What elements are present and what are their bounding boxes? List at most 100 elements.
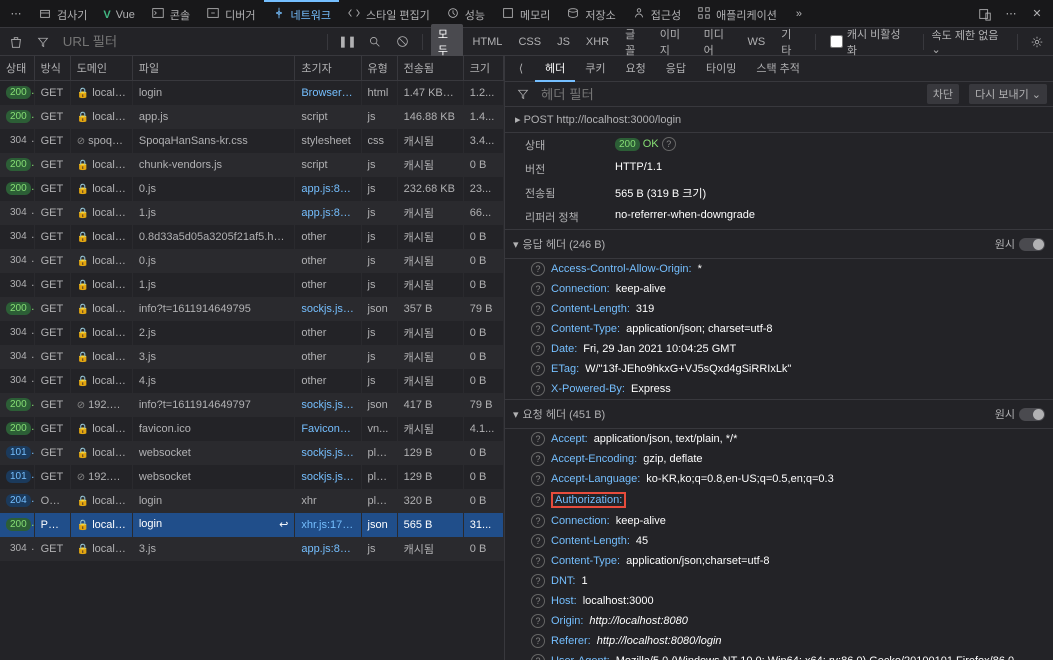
filter-pill-글꼴[interactable]: 글꼴 bbox=[618, 24, 651, 60]
search-icon[interactable] bbox=[363, 30, 386, 54]
filter-pill-이미지[interactable]: 이미지 bbox=[653, 24, 695, 60]
table-row[interactable]: 304GET🔒 localh...3.jsapp.js:85...js캐시됨0 … bbox=[0, 537, 504, 561]
filter-pill-WS[interactable]: WS bbox=[741, 34, 773, 50]
details-tab-5[interactable]: 스택 추적 bbox=[746, 56, 810, 82]
help-icon[interactable]: ? bbox=[531, 262, 545, 276]
help-icon[interactable]: ? bbox=[531, 302, 545, 316]
help-icon[interactable]: ? bbox=[531, 554, 545, 568]
help-icon[interactable]: ? bbox=[531, 574, 545, 588]
help-icon[interactable]: ? bbox=[531, 534, 545, 548]
more-icon[interactable]: ⋯ bbox=[999, 2, 1023, 26]
help-icon[interactable]: ? bbox=[531, 654, 545, 660]
filter-pill-XHR[interactable]: XHR bbox=[579, 34, 616, 50]
table-row[interactable]: 200GET🔒 localh...info?t=1611914649795soc… bbox=[0, 297, 504, 321]
help-icon[interactable]: ? bbox=[531, 282, 545, 296]
column-header[interactable]: 크기 bbox=[463, 56, 503, 81]
tool-tab-3[interactable]: 디버거 bbox=[198, 0, 263, 28]
tool-tab-2[interactable]: 콘솔 bbox=[143, 0, 198, 28]
lock-icon: 🔒 bbox=[77, 520, 89, 531]
lock-icon: 🔒 bbox=[77, 424, 89, 435]
gear-icon[interactable] bbox=[1026, 30, 1049, 54]
filter-pill-JS[interactable]: JS bbox=[550, 34, 577, 50]
cache-disable-checkbox[interactable]: 캐시 비활성화 bbox=[824, 26, 915, 58]
table-row[interactable]: 200PO...🔒 localh...login ↩xhr.js:177...j… bbox=[0, 513, 504, 537]
table-row[interactable]: 304GET🔒 localh...1.jsapp.js:85...js캐시됨66… bbox=[0, 201, 504, 225]
help-icon[interactable]: ? bbox=[531, 493, 545, 507]
help-icon[interactable]: ? bbox=[531, 452, 545, 466]
details-tab-2[interactable]: 요청 bbox=[616, 56, 656, 82]
table-row[interactable]: 304GET🔒 localh...4.jsotherjs캐시됨0 B bbox=[0, 369, 504, 393]
table-row[interactable]: 304GET🔒 localh...0.jsotherjs캐시됨0 B bbox=[0, 249, 504, 273]
tool-tab-4[interactable]: 네트워크 bbox=[264, 0, 339, 28]
lock-icon: 🔒 bbox=[77, 496, 89, 507]
response-headers-section[interactable]: ▾ 응답 헤더 (246 B) 원시 bbox=[505, 229, 1053, 259]
help-icon[interactable]: ? bbox=[531, 342, 545, 356]
column-header[interactable]: 파일 bbox=[132, 56, 294, 81]
filter-icon[interactable] bbox=[511, 82, 535, 106]
help-icon[interactable]: ? bbox=[531, 472, 545, 486]
resend-button[interactable]: 다시 보내기 ⌄ bbox=[969, 84, 1047, 104]
filter-pill-기타[interactable]: 기타 bbox=[774, 24, 807, 60]
table-row[interactable]: 304GET🔒 localh...3.jsotherjs캐시됨0 B bbox=[0, 345, 504, 369]
help-icon[interactable]: ? bbox=[531, 322, 545, 336]
filter-pill-모두[interactable]: 모두 bbox=[431, 24, 464, 60]
details-tab-0[interactable]: 헤더 bbox=[535, 56, 575, 82]
column-header[interactable]: 도메인 bbox=[70, 56, 132, 81]
tool-tab-1[interactable]: VVue bbox=[95, 0, 143, 28]
help-icon[interactable]: ? bbox=[531, 432, 545, 446]
trash-icon[interactable] bbox=[4, 30, 27, 54]
summary-row: 전송됨565 B (319 B 크기) bbox=[505, 181, 1053, 205]
block-button[interactable]: 차단 bbox=[927, 84, 959, 104]
help-icon[interactable]: ? bbox=[531, 514, 545, 528]
column-header[interactable]: 초기자 bbox=[295, 56, 361, 81]
column-header[interactable]: 유형 bbox=[361, 56, 397, 81]
details-panel: ⟨ 헤더쿠키요청응답타이밍스택 추적 차단 다시 보내기 ⌄ ▸ POST ht… bbox=[505, 56, 1053, 660]
help-icon[interactable]: ? bbox=[662, 137, 676, 151]
close-icon[interactable]: ✕ bbox=[1025, 2, 1049, 26]
table-row[interactable]: 200GET⊘ 192.16...info?t=1611914649797soc… bbox=[0, 393, 504, 417]
responsive-icon[interactable] bbox=[973, 2, 997, 26]
overflow-right-icon[interactable]: » bbox=[787, 2, 811, 26]
table-row[interactable]: 200GET🔒 localh...chunk-vendors.jsscriptj… bbox=[0, 153, 504, 177]
table-row[interactable]: 101GET⊘ 192.16...websocketsockjs.js:1...… bbox=[0, 465, 504, 489]
raw-toggle[interactable] bbox=[1019, 238, 1045, 251]
table-row[interactable]: 200GET🔒 localh...0.jsapp.js:85...js232.6… bbox=[0, 177, 504, 201]
help-icon[interactable]: ? bbox=[531, 594, 545, 608]
header-filter-input[interactable] bbox=[541, 84, 917, 104]
table-row[interactable]: 204OP...🔒 localh...loginxhrpla...320 B0 … bbox=[0, 489, 504, 513]
filter-pill-HTML[interactable]: HTML bbox=[465, 34, 509, 50]
column-header[interactable]: 상태 bbox=[0, 56, 34, 81]
throttle-select[interactable]: 속도 제한 없음 ⌄ bbox=[932, 27, 1009, 56]
tool-tab-0[interactable]: 검사기 bbox=[30, 0, 95, 28]
table-row[interactable]: 200GET🔒 localh...app.jsscriptjs146.88 KB… bbox=[0, 105, 504, 129]
table-row[interactable]: 304GET⊘ spoqa....SpoqaHanSans-kr.cssstyl… bbox=[0, 129, 504, 153]
request-headers-section[interactable]: ▾ 요청 헤더 (451 B) 원시 bbox=[505, 399, 1053, 429]
table-row[interactable]: 101GET🔒 localh...websocketsockjs.js:1...… bbox=[0, 441, 504, 465]
details-tab-1[interactable]: 쿠키 bbox=[575, 56, 615, 82]
filter-icon[interactable] bbox=[31, 30, 54, 54]
filter-pill-미디어[interactable]: 미디어 bbox=[697, 24, 739, 60]
block-icon[interactable] bbox=[391, 30, 414, 54]
header-row: ?Content-Type: application/json;charset=… bbox=[505, 551, 1053, 571]
lock-icon: 🔒 bbox=[77, 376, 89, 387]
details-back-icon[interactable]: ⟨ bbox=[509, 57, 533, 81]
help-icon[interactable]: ? bbox=[531, 614, 545, 628]
help-icon[interactable]: ? bbox=[531, 362, 545, 376]
table-row[interactable]: 200GET🔒 localh...loginBrowserT...html1.4… bbox=[0, 81, 504, 105]
details-tab-4[interactable]: 타이밍 bbox=[696, 56, 746, 82]
filter-pill-CSS[interactable]: CSS bbox=[511, 34, 548, 50]
url-filter-input[interactable] bbox=[59, 32, 319, 52]
table-row[interactable]: 304GET🔒 localh...1.jsotherjs캐시됨0 B bbox=[0, 273, 504, 297]
help-icon[interactable]: ? bbox=[531, 382, 545, 396]
tool-tab-5[interactable]: 스타일 편집기 bbox=[339, 0, 438, 28]
details-tab-3[interactable]: 응답 bbox=[656, 56, 696, 82]
table-row[interactable]: 304GET🔒 localh...0.8d33a5d05a3205f21af5.… bbox=[0, 225, 504, 249]
column-header[interactable]: 전송됨 bbox=[397, 56, 463, 81]
help-icon[interactable]: ? bbox=[531, 634, 545, 648]
pause-icon[interactable]: ❚❚ bbox=[336, 30, 359, 54]
table-row[interactable]: 200GET🔒 localh...favicon.icoFaviconL...v… bbox=[0, 417, 504, 441]
table-row[interactable]: 304GET🔒 localh...2.jsotherjs캐시됨0 B bbox=[0, 321, 504, 345]
column-header[interactable]: 방식 bbox=[34, 56, 70, 81]
overflow-left-icon[interactable]: ⋯ bbox=[4, 2, 28, 26]
raw-toggle[interactable] bbox=[1019, 408, 1045, 421]
